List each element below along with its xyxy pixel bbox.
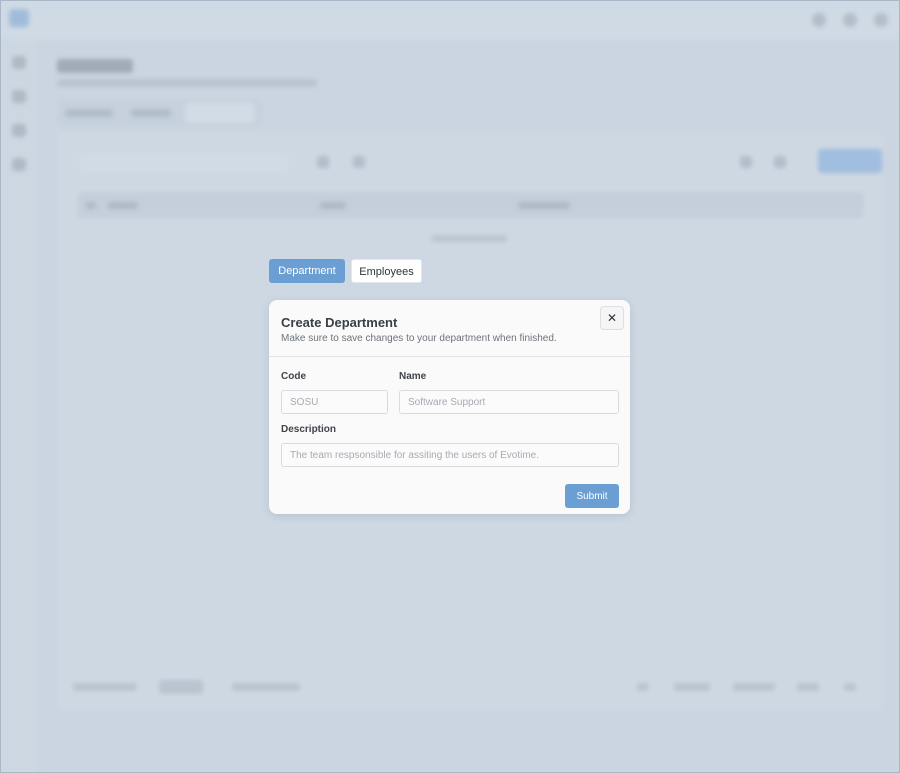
modal-title: Create Department bbox=[281, 315, 398, 330]
create-department-modal: Create Department Make sure to save chan… bbox=[269, 300, 630, 514]
code-label: Code bbox=[281, 371, 306, 382]
name-field[interactable] bbox=[399, 390, 619, 414]
modal-divider bbox=[269, 356, 630, 357]
close-button[interactable]: ✕ bbox=[600, 306, 624, 330]
description-field[interactable] bbox=[281, 443, 619, 467]
submit-button[interactable]: Submit bbox=[565, 484, 619, 508]
department-tab-button[interactable]: Department bbox=[269, 259, 345, 283]
description-label: Description bbox=[281, 424, 337, 435]
close-icon: ✕ bbox=[606, 311, 618, 325]
modal-subtitle: Make sure to save changes to your depart… bbox=[281, 333, 557, 344]
employees-tab-button[interactable]: Employees bbox=[351, 259, 422, 283]
code-field[interactable] bbox=[281, 390, 388, 414]
name-label: Name bbox=[399, 371, 427, 382]
